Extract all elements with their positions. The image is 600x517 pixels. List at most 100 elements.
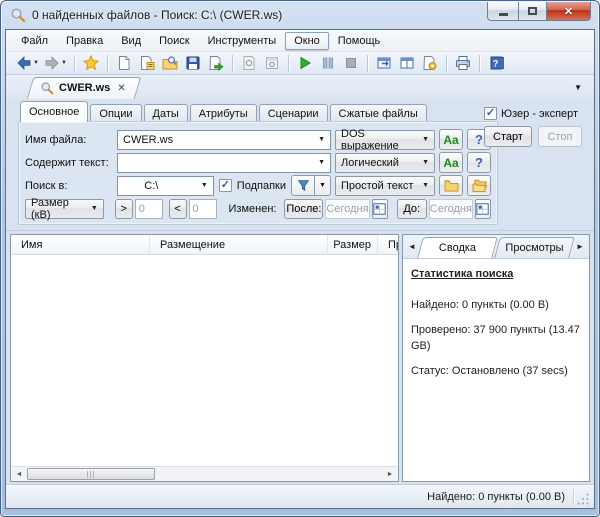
resize-grip-icon[interactable] <box>577 493 590 506</box>
help-button[interactable]: ? <box>485 53 507 74</box>
session-tab-label: CWER.ws <box>59 82 110 94</box>
expert-checkbox[interactable]: ✓ <box>484 107 497 120</box>
menu-search[interactable]: Поиск <box>150 32 198 50</box>
chevron-down-icon[interactable]: ▼ <box>318 136 325 143</box>
before-date-button[interactable]: До: <box>397 199 427 219</box>
size-greater-button[interactable]: > <box>115 199 133 219</box>
check-icon: ✓ <box>486 108 495 119</box>
client-area: Файл Правка Вид Поиск Инструменты Окно П… <box>5 29 595 509</box>
filter-dropdown-button[interactable]: ▼ <box>315 175 331 196</box>
start-button[interactable]: Старт <box>484 126 532 147</box>
lookin-type-select[interactable]: Простой текст ▼ <box>335 176 435 196</box>
new-document-icon <box>116 55 132 71</box>
tab-scripts[interactable]: Сценарии <box>259 104 328 122</box>
containing-type-select[interactable]: Логический ▼ <box>335 153 435 173</box>
tab-main[interactable]: Основное <box>20 101 88 122</box>
scrollbar-thumb[interactable] <box>27 468 155 480</box>
menu-tools[interactable]: Инструменты <box>199 32 286 50</box>
back-dropdown-caret[interactable]: ▼ <box>33 60 39 66</box>
tab-compressed[interactable]: Сжатые файлы <box>330 104 427 122</box>
save-results-button[interactable] <box>182 53 204 74</box>
maximize-button[interactable] <box>518 2 547 21</box>
pause-search-button[interactable] <box>317 53 339 74</box>
menu-file[interactable]: Файл <box>12 32 57 50</box>
horizontal-scrollbar[interactable]: ◄ ► <box>11 466 398 481</box>
before-calendar-button[interactable] <box>475 199 491 219</box>
window-restore-button[interactable] <box>373 53 395 74</box>
lookin-value: C:\ <box>144 180 158 192</box>
toolbar-separator <box>479 55 480 72</box>
tab-options[interactable]: Опции <box>90 104 141 122</box>
size-min-input[interactable] <box>135 199 163 219</box>
menu-edit[interactable]: Правка <box>57 32 112 50</box>
size-date-row: Размер (кВ) ▼ > < Изменен: После: Сегодн… <box>25 198 491 219</box>
subfolders-label: Подпапки <box>237 180 286 192</box>
after-calendar-button[interactable] <box>372 199 388 219</box>
subfolders-checkbox[interactable]: ✓ <box>219 179 232 192</box>
size-max-input[interactable] <box>189 199 217 219</box>
containing-type-value: Логический <box>341 157 399 169</box>
menu-window[interactable]: Окно <box>285 32 329 50</box>
chevron-down-icon[interactable]: ▼ <box>201 182 208 189</box>
forward-dropdown-caret[interactable]: ▼ <box>61 60 67 66</box>
chevron-down-icon: ▼ <box>319 182 326 189</box>
minimize-button[interactable] <box>487 2 518 21</box>
column-name[interactable]: Имя <box>11 235 150 254</box>
results-header: Имя Размещение Размер Пр <box>11 235 398 255</box>
document-edit-icon <box>139 55 155 71</box>
column-location[interactable]: Размещение <box>150 235 328 254</box>
stop-icon <box>343 55 359 71</box>
open-search-button[interactable] <box>159 53 181 74</box>
stop-button[interactable]: Стоп <box>538 126 582 147</box>
size-less-button[interactable]: < <box>169 199 187 219</box>
window-layout-button[interactable] <box>396 53 418 74</box>
export-results-button[interactable] <box>205 53 227 74</box>
lookin-combo[interactable]: C:\ ▼ <box>117 176 214 196</box>
session-tab-close-icon[interactable]: ✕ <box>117 83 125 94</box>
new-search-button[interactable] <box>113 53 135 74</box>
tab-dates[interactable]: Даты <box>144 104 188 122</box>
results-body[interactable] <box>11 255 398 466</box>
containing-combo[interactable]: ▼ <box>117 153 331 173</box>
search-statistics: Статистика поиска Найдено: 0 пункты (0.0… <box>403 259 589 481</box>
document-gear-icon <box>422 55 438 71</box>
preview-pane-button[interactable] <box>238 53 260 74</box>
scrollbar-track[interactable] <box>155 467 382 481</box>
menu-help[interactable]: Помощь <box>329 32 390 50</box>
tab-list-dropdown-icon[interactable]: ▼ <box>574 83 582 92</box>
tab-views[interactable]: Просмотры <box>497 237 572 258</box>
filter-button[interactable] <box>291 175 315 196</box>
stop-search-button[interactable] <box>340 53 362 74</box>
size-mode-select[interactable]: Размер (кВ) ▼ <box>25 199 104 219</box>
session-tab[interactable]: CWER.ws ✕ <box>30 77 138 99</box>
preview-window-button[interactable] <box>261 53 283 74</box>
filename-case-button[interactable]: Aa <box>439 129 463 150</box>
back-button[interactable]: ▼ <box>14 53 41 74</box>
filename-type-select[interactable]: DOS выражение ▼ <box>335 130 435 150</box>
print-button[interactable] <box>452 53 474 74</box>
forward-button[interactable]: ▼ <box>42 53 69 74</box>
tab-attributes[interactable]: Атрибуты <box>190 104 257 122</box>
menu-view[interactable]: Вид <box>112 32 150 50</box>
containing-help-button[interactable]: ? <box>467 152 491 173</box>
scroll-left-icon[interactable]: ◄ <box>11 467 27 481</box>
scroll-right-icon[interactable]: ► <box>382 467 398 481</box>
column-size[interactable]: Размер <box>328 235 378 254</box>
chevron-down-icon[interactable]: ▼ <box>318 159 325 166</box>
browse-folder-button[interactable] <box>439 175 463 196</box>
column-checked[interactable]: Пр <box>378 235 398 254</box>
containing-case-button[interactable]: Aa <box>439 152 463 173</box>
tab-scroll-right-icon[interactable]: ► <box>573 237 587 257</box>
close-button[interactable]: ✕ <box>547 2 591 21</box>
filename-combo[interactable]: CWER.ws ▼ <box>117 130 331 150</box>
search-properties-button[interactable] <box>419 53 441 74</box>
window-preview-icon <box>264 55 280 71</box>
tab-scroll-left-icon[interactable]: ◄ <box>405 237 419 257</box>
folder-list-button[interactable] <box>467 175 491 196</box>
after-date-button[interactable]: После: <box>284 199 323 219</box>
edit-criteria-button[interactable] <box>136 53 158 74</box>
favorites-button[interactable] <box>80 53 102 74</box>
start-search-button[interactable] <box>294 53 316 74</box>
tab-summary[interactable]: Сводка <box>420 237 495 258</box>
chevron-down-icon: ▼ <box>422 182 429 189</box>
